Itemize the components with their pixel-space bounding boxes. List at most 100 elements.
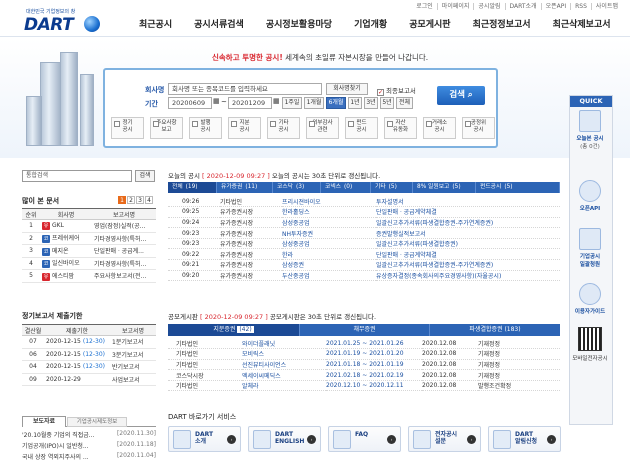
company-cell[interactable]: 유 에스티팜	[40, 269, 92, 283]
press-item[interactable]: 국내 상장 역외지주사의 ... [2020.11.04]	[22, 452, 156, 461]
util-openapi[interactable]: 오픈API	[540, 3, 571, 10]
report-cell[interactable]: 단일판매ㆍ공급계약체결	[376, 206, 560, 218]
category-checkbox[interactable]: 발행 공시	[189, 117, 222, 139]
dart-logo[interactable]: 대한민국 기업정보의 창 DART	[22, 8, 102, 36]
util-rss[interactable]: RSS	[570, 3, 591, 10]
lastreport-checkbox[interactable]: ✓ 최종보고서	[377, 85, 416, 96]
category-checkbox[interactable]: 지분 공시	[228, 117, 261, 139]
date-to-input[interactable]: 20201209	[228, 97, 272, 109]
company-cell[interactable]: 선진뷰티사이언스	[242, 359, 326, 371]
company-cell[interactable]: 프리시젼바이오	[282, 196, 376, 208]
util-mypage[interactable]: 마이페이지	[436, 3, 474, 10]
calendar-icon[interactable]: ▦	[273, 97, 280, 105]
company-cell[interactable]: 유 GKL	[40, 219, 92, 233]
category-checkbox[interactable]: 거래소 공시	[423, 117, 456, 139]
category-checkbox[interactable]: 자산 유동화	[384, 117, 417, 139]
tab-debt[interactable]: 채무증권	[300, 324, 430, 336]
service-button[interactable]: DART 알림신청 ›	[488, 426, 561, 452]
tab-today-0[interactable]: 전체 (19)	[168, 182, 217, 193]
report-cell[interactable]: 일괄신고추가서류(파생결합증권-주가연계증권)	[376, 259, 560, 271]
report-cell[interactable]: 기타경영사항(특허...	[92, 257, 156, 270]
page-3[interactable]: 3	[136, 196, 144, 204]
company-cell[interactable]: 삼성증권	[282, 259, 376, 271]
unified-search-input[interactable]: 통합검색	[22, 170, 132, 182]
table-row[interactable]: 09:21 유가증권시장 삼성증권 일괄신고추가서류(파생결합증권-주가연계증권)	[168, 259, 560, 271]
nav-ipo[interactable]: 공모게시판	[398, 17, 461, 30]
table-row[interactable]: 기타법인 선진뷰티사이언스 2021.01.18 ~ 2021.01.19 2020.…	[168, 359, 560, 371]
company-cell[interactable]: 코 일신바이오	[40, 257, 92, 270]
service-button[interactable]: 전자공시 설문 ›	[408, 426, 481, 452]
company-cell[interactable]: 삼성중공업	[282, 217, 376, 229]
table-row[interactable]: 09:22 유가증권시장 한라 단일판매ㆍ공급계약체결	[168, 248, 560, 261]
report-cell[interactable]: 투자설명서	[376, 196, 560, 208]
table-row[interactable]: 기타법인 모비릭스 2021.01.19 ~ 2021.01.20 2020.12.0…	[168, 348, 560, 360]
press-item[interactable]: '20.10월중 기업의 직접금... [2020.11.30]	[22, 430, 156, 439]
report-cell[interactable]: 증권발행실적보고서	[376, 227, 560, 239]
page-1[interactable]: 1	[118, 196, 126, 204]
company-find-button[interactable]: 회사명찾기	[326, 83, 368, 95]
period-6m[interactable]: 6개월	[326, 97, 346, 109]
table-row[interactable]: 09:25 유가증권시장 한라홀딩스 단일판매ㆍ공급계약체결	[168, 206, 560, 218]
company-cell[interactable]: 두산중공업	[282, 270, 376, 282]
calendar-icon[interactable]: ▦	[213, 97, 220, 105]
page-4[interactable]: 4	[145, 196, 153, 204]
company-cell[interactable]: 코 프레쉬케어	[40, 232, 92, 245]
nav-doc-search[interactable]: 공시서류검색	[183, 17, 255, 30]
table-row[interactable]: 09:26 기타법인 프리시젼바이오 투자설명서	[168, 196, 560, 208]
table-row[interactable]: 09:23 유가증권시장 삼성중공업 일괄신고추가서류(파생결합증권)	[168, 238, 560, 250]
table-row[interactable]: 09:23 유가증권시장 NH투자증권 증권발행실적보고서	[168, 227, 560, 239]
report-cell[interactable]: 주요사항보고서(전...	[92, 269, 156, 283]
nav-deleted[interactable]: 최근삭제보고서	[542, 17, 622, 30]
table-row[interactable]: 3 코 메지온 단일판매ㆍ공급계...	[22, 244, 156, 258]
nav-info[interactable]: 공시정보활용마당	[255, 17, 343, 30]
tab-today-6[interactable]: 펀드공시 (5)	[476, 182, 560, 193]
tab-press[interactable]: 보도자료	[22, 416, 66, 427]
table-row[interactable]: 09:20 유가증권시장 두산중공업 유상증자결정(종속회사의주요경영사항)(자율공시…	[168, 270, 560, 282]
company-cell[interactable]: 한라	[282, 248, 376, 261]
company-cell[interactable]: 모비릭스	[242, 348, 326, 360]
quick-guide[interactable]: 이용자가이드	[571, 283, 609, 315]
util-alert[interactable]: 공시알림	[473, 3, 504, 10]
company-cell[interactable]: 엑세이씨메딕스	[242, 369, 326, 381]
press-item[interactable]: 기업공개(IPO)시 일반청... [2020.11.18]	[22, 441, 156, 450]
service-button[interactable]: FAQ ›	[328, 426, 401, 452]
tab-today-5[interactable]: 8% 일원보고 (5)	[413, 182, 476, 193]
table-row[interactable]: 2 코 프레쉬케어 기타경영사항(특허...	[22, 232, 156, 245]
report-cell[interactable]: 유상증자결정(종속회사의주요경영사항)(자율공시)	[376, 270, 560, 282]
search-button[interactable]: 검색 ⌕	[437, 86, 485, 105]
period-1w[interactable]: 1주일	[282, 97, 302, 109]
service-button[interactable]: DART 소개 ›	[168, 426, 241, 452]
date-from-input[interactable]: 20200609	[168, 97, 212, 109]
period-3y[interactable]: 3년	[364, 97, 378, 109]
service-button[interactable]: DART ENGLISH ›	[248, 426, 321, 452]
company-cell[interactable]: NH투자증권	[282, 227, 376, 239]
quick-today[interactable]: 오늘본 공시 (총 0건)	[571, 110, 609, 150]
util-sitemap[interactable]: 사이트맵	[590, 3, 622, 10]
util-login[interactable]: 로그인	[412, 3, 437, 10]
tab-today-2[interactable]: 코스닥 (3)	[273, 182, 321, 193]
period-all[interactable]: 전체	[396, 97, 413, 109]
tab-disclosure-info[interactable]: 기업공시제도정보	[67, 417, 127, 427]
table-row[interactable]: 기타법인 와이더플래닛 2021.01.25 ~ 2021.01.26 2020.12…	[168, 338, 560, 350]
period-1y[interactable]: 1년	[348, 97, 362, 109]
category-checkbox[interactable]: 주요사항 보고	[150, 117, 183, 139]
report-cell[interactable]: 일괄신고추가서류(파생결합증권-주가연계증권)	[376, 217, 560, 229]
report-cell[interactable]: 기타경영사항(특허...	[92, 232, 156, 245]
category-checkbox[interactable]: 기타 공시	[267, 117, 300, 139]
quick-openapi[interactable]: 오픈API	[571, 180, 609, 212]
report-cell[interactable]: 단일판매ㆍ공급계...	[92, 244, 156, 258]
category-checkbox[interactable]: 펀드 공시	[345, 117, 378, 139]
period-5y[interactable]: 5년	[380, 97, 394, 109]
nav-amend[interactable]: 최근정정보고서	[462, 17, 542, 30]
company-cell[interactable]: 코 메지온	[40, 244, 92, 258]
util-about[interactable]: DART소개	[504, 3, 541, 10]
table-row[interactable]: 09:24 유가증권시장 삼성중공업 일괄신고추가서류(파생결합증권-주가연계증권)	[168, 217, 560, 229]
tab-today-1[interactable]: 유가증권 (11)	[217, 182, 273, 193]
nav-company[interactable]: 기업개황	[343, 17, 398, 30]
category-checkbox[interactable]: 정기 공시	[111, 117, 144, 139]
report-cell[interactable]: 일괄신고추가서류(파생결합증권)	[376, 238, 560, 250]
category-checkbox[interactable]: 외부감사 관련	[306, 117, 339, 139]
tab-today-4[interactable]: 기타 (5)	[371, 182, 413, 193]
company-cell[interactable]: 와이더플래닛	[242, 338, 326, 350]
report-cell[interactable]: 단일판매ㆍ공급계약체결	[376, 248, 560, 261]
